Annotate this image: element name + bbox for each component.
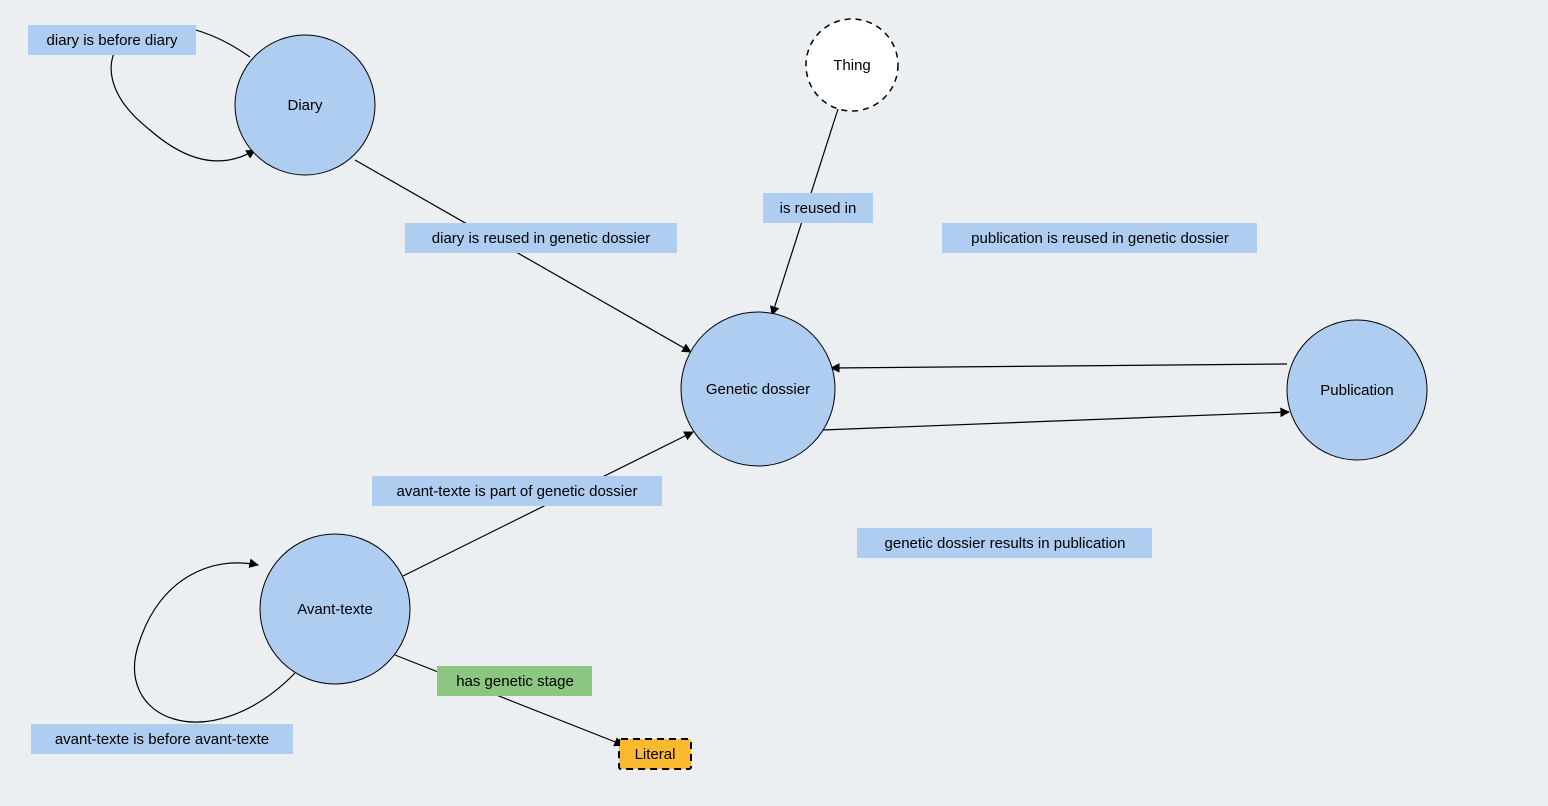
svg-text:avant-texte is part of genetic: avant-texte is part of genetic dossier: [397, 483, 638, 500]
edge-diary-to-gd: [355, 160, 691, 352]
svg-text:genetic dossier results in pub: genetic dossier results in publication: [885, 535, 1126, 552]
node-literal[interactable]: Literal: [619, 739, 691, 769]
edge-label-diary-before-diary[interactable]: diary is before diary: [28, 25, 196, 55]
node-diary[interactable]: Diary: [235, 35, 375, 175]
svg-text:avant-texte is before avant-te: avant-texte is before avant-texte: [55, 731, 269, 748]
svg-text:Diary: Diary: [287, 97, 323, 114]
svg-text:Thing: Thing: [833, 57, 871, 74]
node-avant-texte[interactable]: Avant-texte: [260, 534, 410, 684]
svg-text:has genetic stage: has genetic stage: [456, 673, 574, 690]
edge-label-at-part-gd[interactable]: avant-texte is part of genetic dossier: [372, 476, 662, 506]
svg-text:Genetic dossier: Genetic dossier: [706, 381, 810, 398]
node-thing[interactable]: Thing: [806, 19, 898, 111]
edge-label-pub-reused-gd[interactable]: publication is reused in genetic dossier: [942, 223, 1257, 253]
edge-label-diary-reused-gd[interactable]: diary is reused in genetic dossier: [405, 223, 677, 253]
edge-label-at-before-at[interactable]: avant-texte is before avant-texte: [31, 724, 293, 754]
svg-text:diary is before diary: diary is before diary: [47, 32, 178, 49]
edge-gd-to-pub: [822, 412, 1289, 430]
svg-text:publication is reused in genet: publication is reused in genetic dossier: [971, 230, 1229, 247]
svg-text:diary is reused in genetic dos: diary is reused in genetic dossier: [432, 230, 650, 247]
node-publication[interactable]: Publication: [1287, 320, 1427, 460]
ontology-graph: diary is before diary diary is reused in…: [0, 0, 1548, 806]
svg-text:Avant-texte: Avant-texte: [297, 601, 373, 618]
svg-text:Literal: Literal: [635, 746, 676, 763]
edge-label-has-genetic-stage[interactable]: has genetic stage: [437, 666, 592, 696]
edge-label-is-reused-in[interactable]: is reused in: [763, 193, 873, 223]
edge-label-gd-results-pub[interactable]: genetic dossier results in publication: [857, 528, 1152, 558]
svg-text:Publication: Publication: [1320, 382, 1393, 399]
edge-pub-to-gd: [831, 364, 1287, 368]
node-genetic-dossier[interactable]: Genetic dossier: [681, 312, 835, 466]
svg-text:is reused in: is reused in: [780, 200, 857, 217]
